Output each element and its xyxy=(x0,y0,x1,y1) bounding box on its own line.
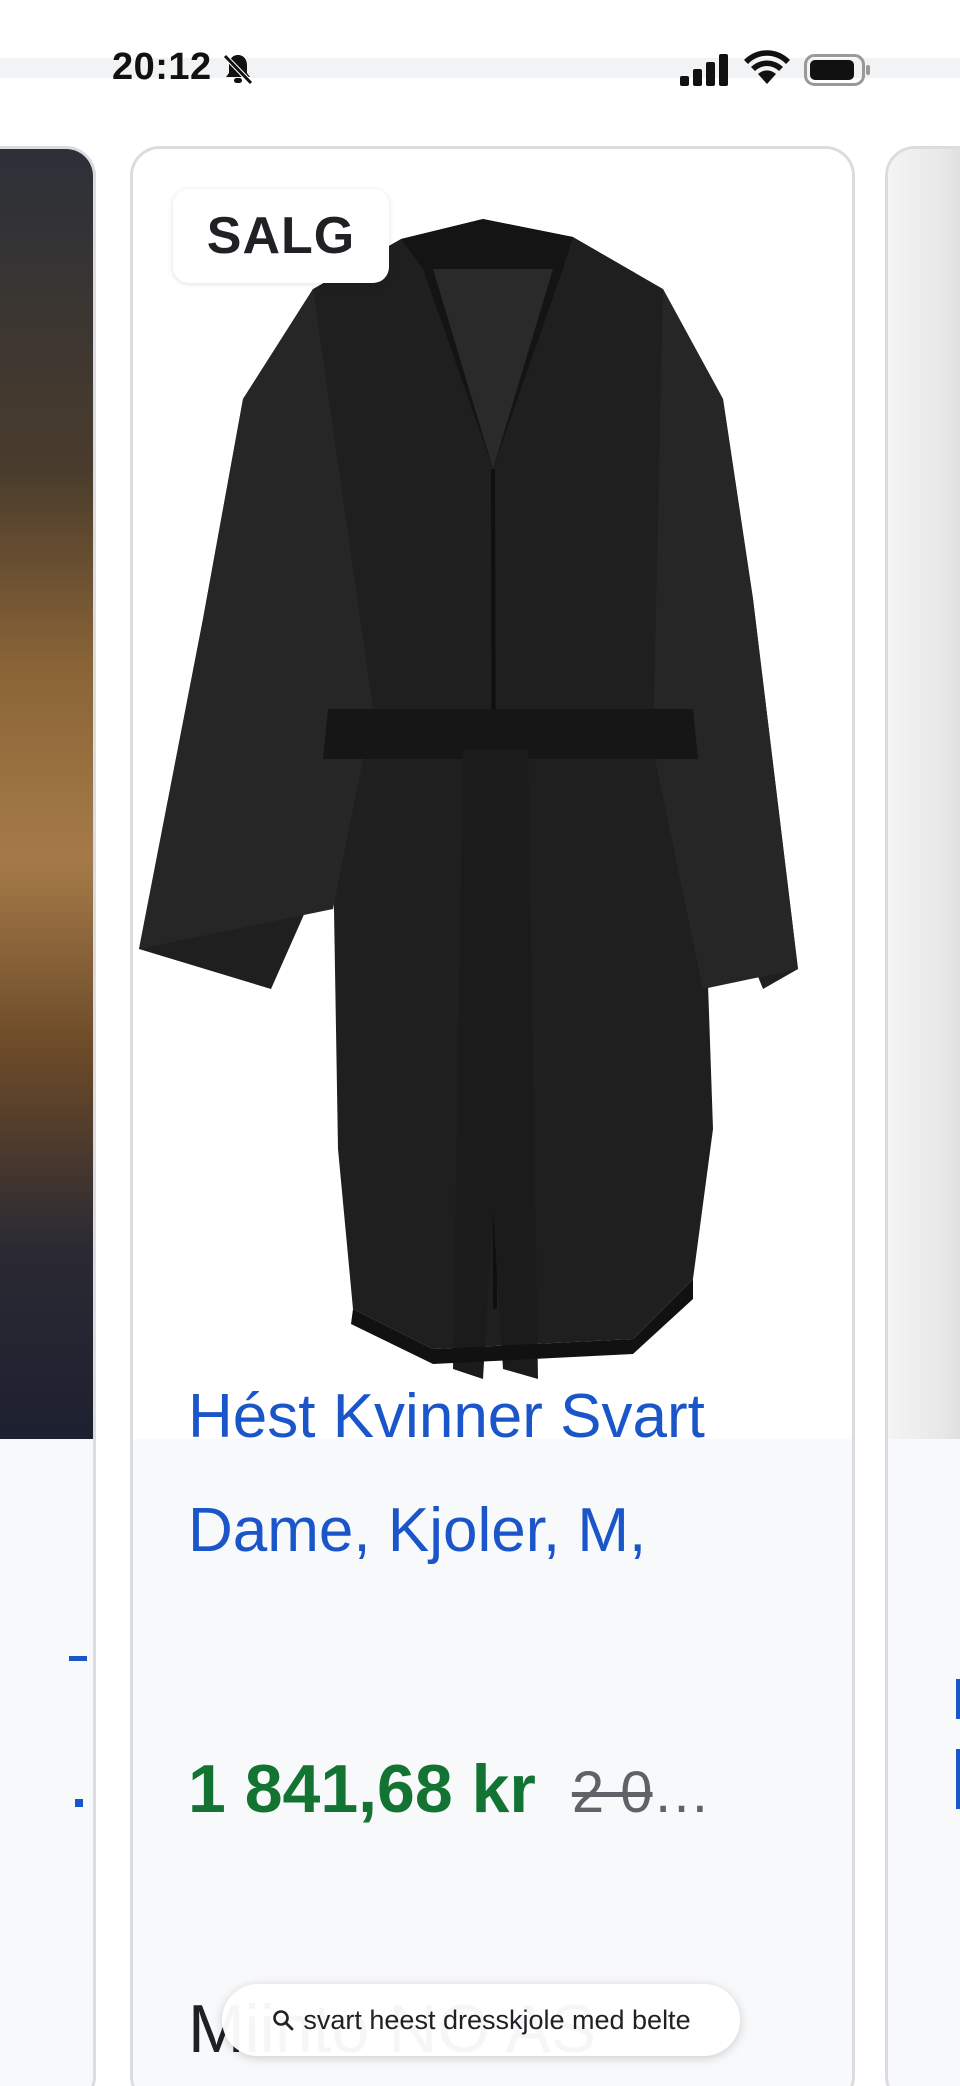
product-image-previous xyxy=(0,149,93,1439)
status-time: 20:12 xyxy=(112,46,212,88)
product-card-next[interactable] xyxy=(885,146,960,2086)
dress-illustration xyxy=(139,219,798,1379)
product-image xyxy=(133,149,852,1439)
price-row: 1 841,68 kr 2 0… xyxy=(188,1750,828,1828)
product-title[interactable]: Hést Kvinner Svart Dame, Kjoler, M, xyxy=(188,1360,808,1588)
sale-badge: SALG xyxy=(173,189,389,283)
search-query: svart heest dresskjole med belte xyxy=(303,2004,691,2035)
title-fragment-next xyxy=(956,1679,960,1809)
search-pill[interactable]: svart heest dresskjole med belte xyxy=(222,1984,740,2056)
bell-slash-icon xyxy=(223,54,253,85)
product-image-next xyxy=(888,149,960,1439)
card-info-previous xyxy=(0,1439,93,2086)
price: 1 841,68 kr xyxy=(188,1751,536,1827)
signal-icon xyxy=(680,54,728,86)
status-bar: 20:12 xyxy=(0,0,960,140)
old-price-ellipsis: … xyxy=(652,1760,711,1825)
wifi-icon xyxy=(744,50,790,84)
battery-icon xyxy=(804,54,870,86)
title-fragment-previous xyxy=(69,1656,87,1661)
old-price: 2 0 xyxy=(571,1760,653,1825)
card-info-next xyxy=(888,1439,960,2086)
title-fragment-previous-dot xyxy=(75,1799,83,1807)
search-icon xyxy=(273,2010,294,2031)
product-card-previous[interactable] xyxy=(0,146,96,2086)
